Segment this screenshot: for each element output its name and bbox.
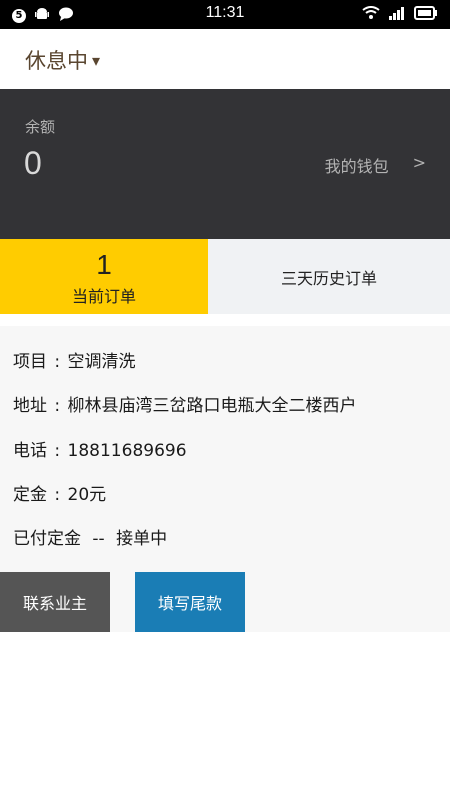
- deposit-value: 20元: [67, 485, 107, 505]
- my-wallet-link[interactable]: 我的钱包 >: [325, 153, 426, 177]
- order-project-row: 项目 : 空调清洗: [13, 347, 136, 372]
- signal-icon: [388, 5, 406, 24]
- order-deposit-row: 定金 : 20元: [13, 480, 106, 505]
- order-address-row: 地址 : 柳林县庙湾三岔路口电瓶大全二楼西户: [13, 391, 357, 416]
- my-wallet-label: 我的钱包: [324, 157, 389, 176]
- separator: :: [54, 441, 61, 461]
- order-tabs: 1 当前订单 三天历史订单: [0, 239, 450, 314]
- project-value: 空调清洗: [67, 352, 136, 372]
- tab-history-orders-label: 三天历史订单: [280, 268, 377, 288]
- wallet-panel: 余额 0 我的钱包 >: [0, 89, 450, 239]
- deposit-label: 定金: [13, 485, 47, 505]
- separator: :: [54, 352, 61, 372]
- order-status-row: 已付定金 -- 接单中: [13, 524, 173, 549]
- balance-value: 0: [24, 145, 42, 181]
- work-status-label: 休息中: [25, 49, 88, 73]
- status-bar-right: [362, 5, 438, 24]
- paid-status: 已付定金: [13, 529, 81, 549]
- tab-current-orders-label: 当前订单: [71, 287, 136, 306]
- address-label: 地址: [13, 396, 47, 416]
- current-order-count: 1: [96, 249, 112, 280]
- status-bar: 5 11:31: [0, 0, 450, 29]
- top-bar: 休息中 ▾: [0, 29, 450, 89]
- tab-history-orders[interactable]: 三天历史订单: [208, 239, 450, 314]
- address-value: 柳林县庙湾三岔路口电瓶大全二楼西户: [67, 396, 357, 416]
- order-card: 项目 : 空调清洗 地址 : 柳林县庙湾三岔路口电瓶大全二楼西户 电话 : 18…: [0, 326, 450, 632]
- chevron-down-icon: ▾: [92, 50, 101, 70]
- separator: :: [54, 485, 61, 505]
- balance-label: 余额: [25, 118, 56, 136]
- project-label: 项目: [13, 352, 47, 372]
- contact-owner-button[interactable]: 联系业主: [0, 572, 110, 632]
- chevron-right-icon: >: [412, 153, 426, 172]
- tab-current-orders[interactable]: 1 当前订单: [0, 239, 208, 314]
- fill-balance-button[interactable]: 填写尾款: [135, 572, 245, 632]
- order-phone-row: 电话 : 18811689696: [13, 436, 187, 461]
- wifi-icon: [362, 5, 380, 24]
- status-dash: --: [92, 529, 105, 549]
- battery-icon: [414, 5, 438, 24]
- phone-value: 18811689696: [67, 441, 187, 461]
- order-status: 接单中: [116, 529, 168, 549]
- phone-label: 电话: [13, 441, 47, 461]
- work-status-dropdown[interactable]: 休息中 ▾: [25, 45, 100, 75]
- separator: :: [54, 396, 61, 416]
